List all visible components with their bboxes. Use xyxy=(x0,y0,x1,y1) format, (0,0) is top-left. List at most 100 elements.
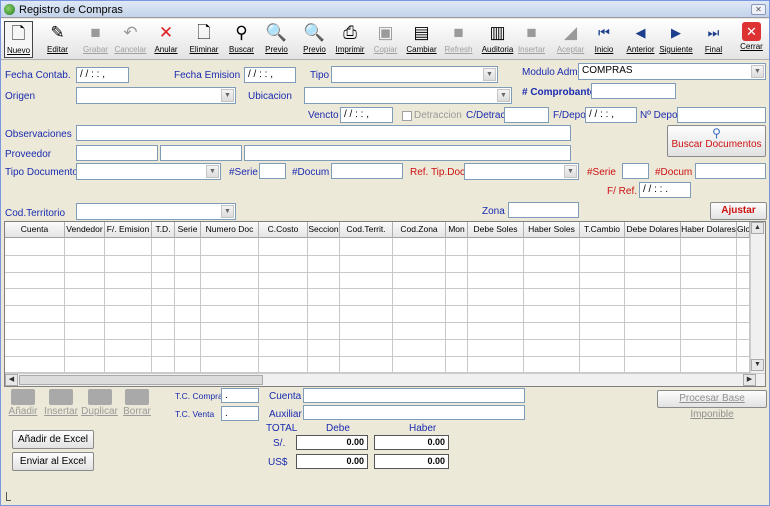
table-row[interactable] xyxy=(5,254,750,256)
cod-territorio-select[interactable]: ▼ xyxy=(76,203,236,220)
grabar-button[interactable]: ■ Grabar xyxy=(81,21,110,58)
column-header[interactable]: Serie xyxy=(175,222,201,238)
column-header[interactable]: Numero Doc xyxy=(201,222,259,238)
column-header[interactable]: Vendedor xyxy=(65,222,105,238)
observaciones-field[interactable] xyxy=(76,125,571,141)
proveedor-code-field[interactable] xyxy=(76,145,158,161)
inicio-button[interactable]: ⏮ Inicio xyxy=(587,21,621,58)
duplicar-button[interactable]: Duplicar xyxy=(81,387,118,421)
tipo-documento-select[interactable]: ▼ xyxy=(76,163,221,180)
table-row[interactable] xyxy=(5,338,750,340)
origen-select[interactable]: ▼ xyxy=(76,87,236,104)
horizontal-scrollbar[interactable]: ◀ ▶ xyxy=(5,373,765,386)
detraccion-checkbox[interactable] xyxy=(402,111,412,121)
column-header[interactable]: Cuenta xyxy=(5,222,65,238)
nuevo-button[interactable]: 🗋 Nuevo xyxy=(4,21,33,58)
vencto-field[interactable]: / / : : , xyxy=(340,107,393,123)
chevron-down-icon[interactable]: ▼ xyxy=(497,89,510,102)
ref-docum-field[interactable] xyxy=(695,163,766,179)
cambiar-button[interactable]: ▤ Cambiar xyxy=(403,21,440,58)
window-close-button[interactable]: ✕ xyxy=(751,4,766,15)
chevron-down-icon[interactable]: ▼ xyxy=(483,68,496,81)
chevron-down-icon[interactable]: ▼ xyxy=(221,89,234,102)
previo1-button[interactable]: 🔍 Previo xyxy=(261,21,292,58)
eliminar-button[interactable]: 🗋 Eliminar xyxy=(186,21,222,58)
final-button[interactable]: ⏭ Final xyxy=(695,21,732,58)
column-header[interactable]: T.D. xyxy=(152,222,175,238)
chevron-down-icon[interactable]: ▼ xyxy=(206,165,219,178)
table-row[interactable] xyxy=(5,271,750,273)
buscar-button[interactable]: ⚲ Buscar xyxy=(224,21,259,58)
insertar-button[interactable]: ■ Insertar xyxy=(513,21,550,58)
anadir-excel-button[interactable]: Añadir de Excel xyxy=(12,430,94,449)
copiar-button[interactable]: ▣ Copiar xyxy=(369,21,402,58)
column-header[interactable]: Cod.Zona xyxy=(393,222,446,238)
chevron-down-icon[interactable]: ▼ xyxy=(221,205,234,218)
proveedor-name-field[interactable] xyxy=(244,145,571,161)
tipo-select[interactable]: ▼ xyxy=(331,66,498,83)
comprobante-field[interactable] xyxy=(591,83,676,99)
column-header[interactable]: Haber Dolares xyxy=(681,222,737,238)
auditoria-button[interactable]: ▥ Auditoria xyxy=(479,21,516,58)
serie-field[interactable] xyxy=(259,163,286,179)
zona-field[interactable] xyxy=(508,202,579,218)
column-header[interactable]: C.Costo xyxy=(259,222,308,238)
scroll-left-icon[interactable]: ◀ xyxy=(5,374,18,386)
buscar-documentos-button[interactable]: ⚲ Buscar Documentos xyxy=(667,125,766,157)
column-header[interactable]: Haber Soles xyxy=(524,222,580,238)
fecha-emision-field[interactable]: / / : : , xyxy=(244,67,296,83)
fecha-contab-field[interactable]: / / : : , xyxy=(76,67,129,83)
tc-compra-field[interactable]: . xyxy=(221,388,259,403)
table-row[interactable] xyxy=(5,305,750,307)
column-header[interactable]: Debe Dolares xyxy=(625,222,681,238)
insertar-row-button[interactable]: Insertar xyxy=(43,387,79,421)
refresh-button[interactable]: ■ Refresh xyxy=(440,21,477,58)
cerrar-button[interactable]: ✕ Cerrar xyxy=(734,21,769,58)
editar-button[interactable]: ✎ Editar xyxy=(43,21,72,58)
proveedor-ruc-field[interactable] xyxy=(160,145,242,161)
scroll-up-icon[interactable]: ▲ xyxy=(751,222,764,234)
ubicacion-select[interactable]: ▼ xyxy=(304,87,512,104)
enviar-excel-button[interactable]: Enviar al Excel xyxy=(12,452,94,471)
aceptar-button[interactable]: ◢ Aceptar xyxy=(552,21,589,58)
column-header[interactable]: Debe Soles xyxy=(468,222,524,238)
cancelar-button[interactable]: ↶ Cancelar xyxy=(112,21,149,58)
cdetrac-field[interactable] xyxy=(504,107,549,123)
scroll-down-icon[interactable]: ▼ xyxy=(751,359,764,371)
column-header[interactable]: Cod.Territ. xyxy=(340,222,393,238)
column-header[interactable]: Mon xyxy=(446,222,468,238)
table-row[interactable] xyxy=(5,355,750,357)
column-header[interactable]: Glosa xyxy=(737,222,750,238)
tc-venta-field[interactable]: . xyxy=(221,406,259,421)
column-header[interactable]: T.Cambio xyxy=(580,222,625,238)
docum-field[interactable] xyxy=(331,163,403,179)
anadir-button[interactable]: Añadir xyxy=(5,387,41,421)
ajustar-usd-button[interactable]: Ajustar US$ xyxy=(710,202,767,232)
modulo-adm-select[interactable]: COMPRAS ▼ xyxy=(578,63,766,80)
borrar-button[interactable]: Borrar xyxy=(120,387,154,421)
vertical-scrollbar[interactable]: ▲ ▼ xyxy=(750,222,765,373)
fref-field[interactable]: / / : : . xyxy=(639,182,691,198)
scroll-right-icon[interactable]: ▶ xyxy=(743,374,756,386)
app-icon xyxy=(4,4,15,15)
cuenta-field[interactable] xyxy=(303,388,525,403)
table-row[interactable] xyxy=(5,288,750,290)
ndepo-field[interactable] xyxy=(677,107,766,123)
ref-serie-field[interactable] xyxy=(622,163,649,179)
auxiliar-field[interactable] xyxy=(303,405,525,420)
siguiente-button[interactable]: ▶ Siguiente xyxy=(659,21,693,58)
anterior-button[interactable]: ◀ Anterior xyxy=(622,21,659,58)
detail-grid[interactable]: Cuenta Vendedor F/. Emision T.D. Serie Numero… xyxy=(4,221,766,387)
procesar-base-imponible-button[interactable]: Procesar Base Imponible xyxy=(657,390,767,420)
fdepo-field[interactable]: / / : : , xyxy=(585,107,637,123)
anular-button[interactable]: ✕ Anular xyxy=(151,21,181,58)
imprimir-button[interactable]: ⎙ Imprimir xyxy=(334,21,366,58)
column-header[interactable]: Seccion xyxy=(308,222,340,238)
chevron-down-icon[interactable]: ▼ xyxy=(751,65,764,78)
scroll-thumb[interactable] xyxy=(19,375,263,385)
ref-tipdoc-select[interactable]: ▼ xyxy=(464,163,579,180)
table-row[interactable] xyxy=(5,322,750,323)
column-header[interactable]: F/. Emision xyxy=(105,222,152,238)
previo2-button[interactable]: 🔍 Previo xyxy=(296,21,333,58)
chevron-down-icon[interactable]: ▼ xyxy=(564,165,577,178)
